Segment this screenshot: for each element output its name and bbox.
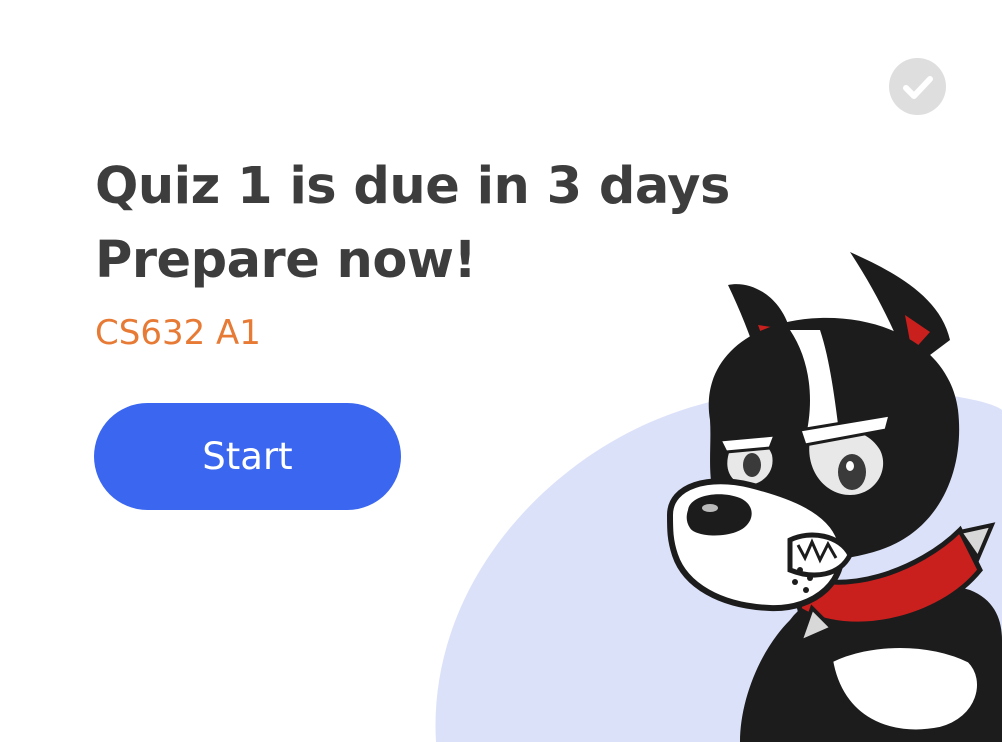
check-icon: [902, 75, 933, 99]
bulldog-mascot-illustration: [666, 252, 1002, 742]
title-line-1: Quiz 1 is due in 3 days: [95, 157, 730, 216]
course-code: CS632 A1: [95, 313, 261, 353]
start-button[interactable]: Start: [94, 403, 401, 510]
dismiss-button[interactable]: [889, 58, 946, 115]
quiz-reminder-card: Quiz 1 is due in 3 days Prepare now! CS6…: [0, 0, 1002, 742]
